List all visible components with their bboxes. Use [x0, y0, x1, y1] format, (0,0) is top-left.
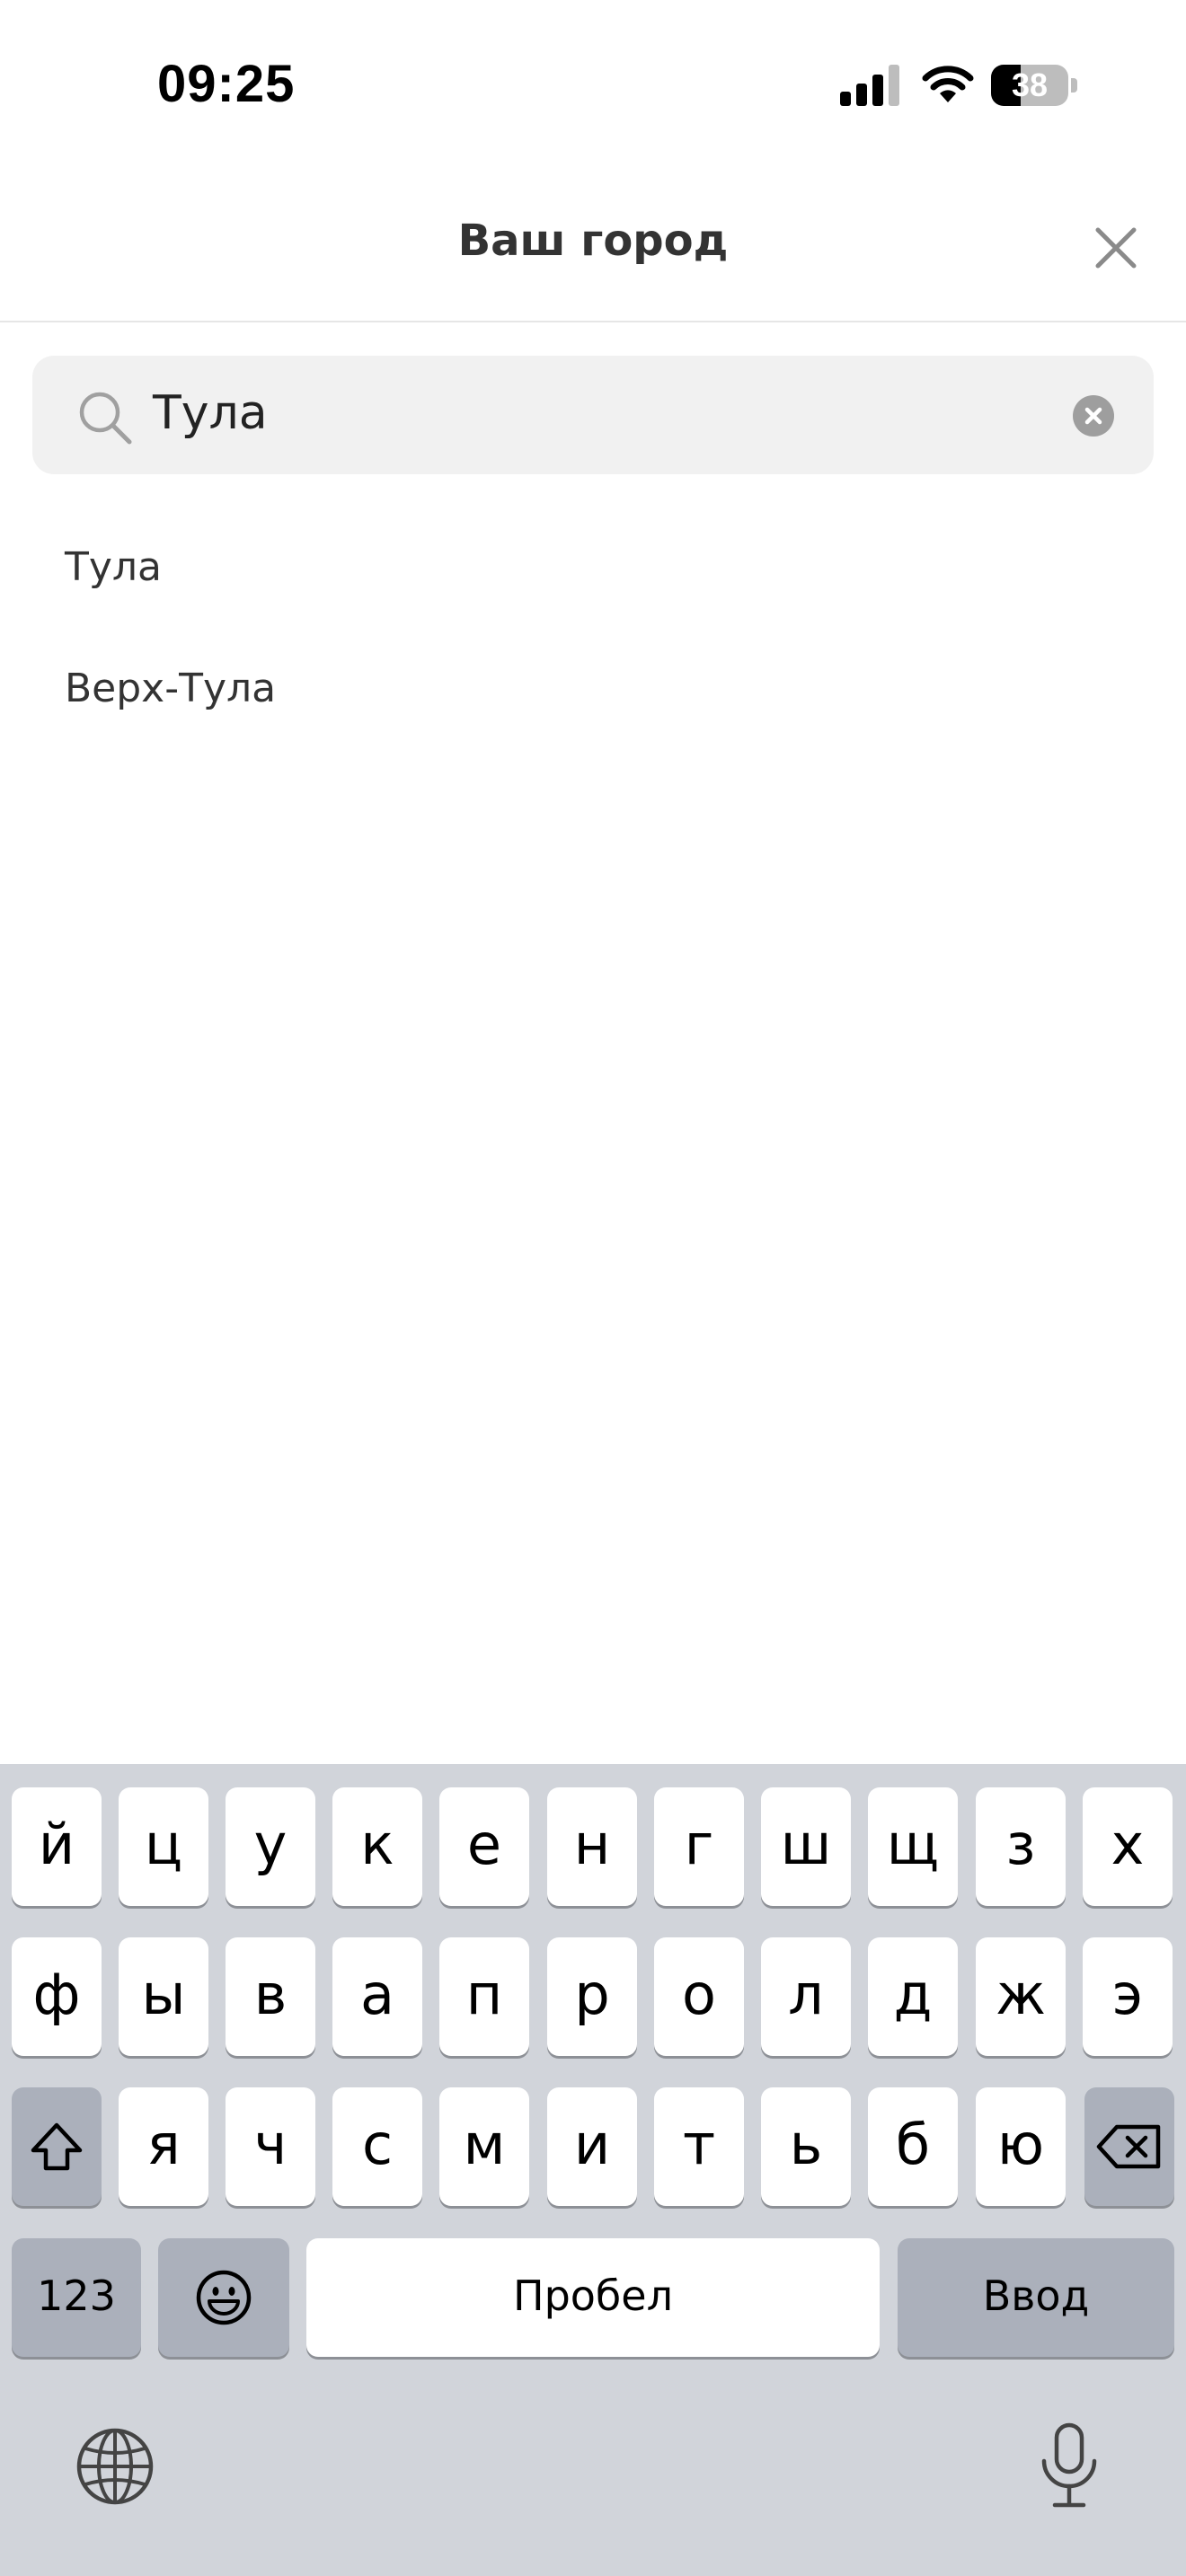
- key[interactable]: е: [439, 1787, 529, 1906]
- key[interactable]: ы: [119, 1937, 208, 2056]
- key[interactable]: с: [332, 2087, 422, 2206]
- key[interactable]: э: [1083, 1937, 1173, 2056]
- battery-cap: [1071, 78, 1077, 93]
- key[interactable]: д: [868, 1937, 958, 2056]
- return-key[interactable]: Ввод: [898, 2238, 1174, 2357]
- key[interactable]: у: [226, 1787, 315, 1906]
- search-input[interactable]: Тула: [32, 356, 1154, 474]
- key[interactable]: г: [654, 1787, 744, 1906]
- key[interactable]: н: [547, 1787, 637, 1906]
- shift-icon: [31, 2122, 83, 2171]
- key[interactable]: а: [332, 1937, 422, 2056]
- backspace-icon: [1096, 2124, 1161, 2169]
- key[interactable]: з: [976, 1787, 1066, 1906]
- battery-indicator: 38: [991, 65, 1077, 106]
- microphone-icon[interactable]: [1037, 2422, 1102, 2511]
- key[interactable]: ж: [976, 1937, 1066, 2056]
- key[interactable]: ь: [761, 2087, 851, 2206]
- key[interactable]: ф: [12, 1937, 102, 2056]
- list-item-label: Верх-Тула: [65, 666, 277, 711]
- space-key[interactable]: Пробел: [306, 2238, 880, 2357]
- emoji-icon: [196, 2270, 252, 2325]
- key[interactable]: ч: [226, 2087, 315, 2206]
- key[interactable]: к: [332, 1787, 422, 1906]
- key[interactable]: я: [119, 2087, 208, 2206]
- list-item[interactable]: Тула: [0, 512, 1186, 629]
- key[interactable]: ю: [976, 2087, 1066, 2206]
- key[interactable]: п: [439, 1937, 529, 2056]
- numbers-key[interactable]: 123: [12, 2238, 141, 2357]
- key[interactable]: б: [868, 2087, 958, 2206]
- search-icon: [79, 392, 132, 445]
- status-time: 09:25: [157, 55, 296, 113]
- key[interactable]: о: [654, 1937, 744, 2056]
- key[interactable]: ц: [119, 1787, 208, 1906]
- key[interactable]: р: [547, 1937, 637, 2056]
- key[interactable]: м: [439, 2087, 529, 2206]
- key[interactable]: ш: [761, 1787, 851, 1906]
- shift-key[interactable]: [12, 2087, 102, 2206]
- key[interactable]: в: [226, 1937, 315, 2056]
- header: Ваш город: [0, 171, 1186, 322]
- wifi-icon: [922, 66, 974, 102]
- keyboard: й ц у к е н г ш щ з х ф ы в а п р о л д …: [0, 1764, 1186, 2576]
- key[interactable]: й: [12, 1787, 102, 1906]
- battery-body: 38: [991, 65, 1068, 106]
- backspace-key[interactable]: [1084, 2087, 1174, 2206]
- close-button[interactable]: [1089, 221, 1143, 275]
- status-bar: 09:25 38: [0, 0, 1186, 171]
- list-item-label: Тула: [65, 544, 163, 590]
- key[interactable]: щ: [868, 1787, 958, 1906]
- page-title: Ваш город: [457, 216, 729, 266]
- close-icon: [1095, 227, 1137, 269]
- key[interactable]: и: [547, 2087, 637, 2206]
- clear-search-button[interactable]: [1073, 395, 1114, 437]
- battery-level: 38: [1011, 66, 1049, 103]
- clear-icon: [1084, 407, 1102, 425]
- search-value[interactable]: Тула: [153, 386, 268, 440]
- list-item[interactable]: Верх-Тула: [0, 633, 1186, 750]
- key[interactable]: т: [654, 2087, 744, 2206]
- key[interactable]: х: [1083, 1787, 1173, 1906]
- emoji-key[interactable]: [158, 2238, 289, 2357]
- key[interactable]: л: [761, 1937, 851, 2056]
- signal-icon: [840, 65, 899, 106]
- globe-icon[interactable]: [74, 2425, 156, 2508]
